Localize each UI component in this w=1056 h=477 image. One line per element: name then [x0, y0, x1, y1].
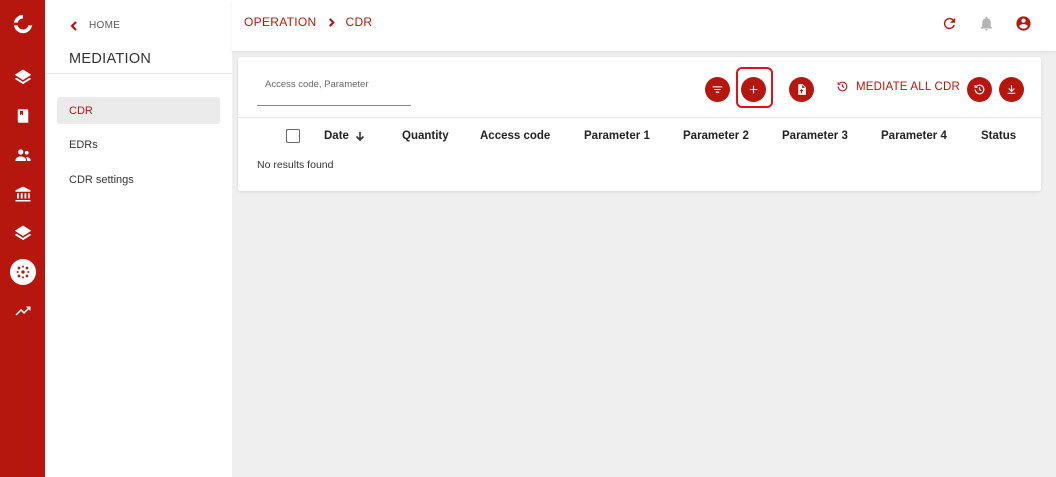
- chevron-left-icon: [70, 20, 77, 31]
- import-file-button[interactable]: [789, 77, 814, 102]
- breadcrumb: OPERATION CDR: [244, 15, 372, 29]
- divider: [45, 73, 232, 74]
- refresh-icon[interactable]: [939, 13, 959, 33]
- sidebar: HOME MEDIATION CDR EDRs CDR settings: [45, 0, 232, 477]
- column-parameter-3[interactable]: Parameter 3: [782, 130, 848, 142]
- mediate-all-cdr-label: MEDIATE ALL CDR: [856, 80, 960, 93]
- bell-icon[interactable]: [976, 13, 996, 33]
- home-link[interactable]: HOME: [69, 20, 120, 31]
- column-status[interactable]: Status: [981, 130, 1016, 142]
- breadcrumb-cdr: CDR: [345, 15, 373, 29]
- history-button[interactable]: [967, 77, 992, 102]
- column-parameter-4[interactable]: Parameter 4: [881, 130, 947, 142]
- logo-icon[interactable]: [0, 10, 45, 38]
- section-title: MEDIATION: [69, 51, 152, 67]
- download-button[interactable]: [999, 77, 1024, 102]
- column-date-label: Date: [324, 130, 349, 142]
- column-parameter-2[interactable]: Parameter 2: [683, 130, 749, 142]
- home-label: HOME: [89, 20, 121, 31]
- arrow-down-icon: [355, 132, 365, 141]
- empty-state-text: No results found: [257, 159, 334, 171]
- breadcrumb-operation[interactable]: OPERATION: [244, 15, 317, 29]
- chevron-right-icon: [328, 17, 335, 27]
- add-button[interactable]: [741, 77, 766, 102]
- account-icon[interactable]: [1013, 13, 1033, 33]
- column-quantity[interactable]: Quantity: [402, 130, 449, 142]
- import-file-icon: [798, 84, 806, 95]
- sidebar-item-cdr[interactable]: CDR: [57, 97, 220, 124]
- table-header: Date Quantity Access code Parameter 1 Pa…: [238, 117, 1041, 155]
- column-parameter-1[interactable]: Parameter 1: [584, 130, 650, 142]
- people-icon[interactable]: [0, 141, 45, 169]
- history-icon: [974, 84, 985, 95]
- column-access-code[interactable]: Access code: [480, 130, 550, 142]
- select-all-checkbox[interactable]: [286, 129, 300, 143]
- mediate-all-cdr-button[interactable]: MEDIATE ALL CDR: [836, 80, 960, 93]
- history-icon: [837, 81, 848, 92]
- top-bar: OPERATION CDR: [232, 0, 1056, 51]
- add-icon: [749, 85, 758, 94]
- download-icon: [1007, 85, 1016, 94]
- cdr-card: MEDIATE ALL CDR Date Quantity Access cod…: [238, 57, 1041, 191]
- sidebar-item-cdr-settings[interactable]: CDR settings: [57, 166, 220, 193]
- layers-icon[interactable]: [0, 63, 45, 91]
- search-input[interactable]: [257, 74, 411, 106]
- bank-icon[interactable]: [0, 180, 45, 208]
- app-rail: [0, 0, 45, 477]
- column-date[interactable]: Date: [324, 130, 365, 142]
- filter-button[interactable]: [705, 77, 730, 102]
- layers-icon[interactable]: [0, 219, 45, 247]
- mediation-icon[interactable]: [0, 258, 45, 286]
- filter-icon: [712, 86, 723, 93]
- book-icon[interactable]: [0, 102, 45, 130]
- sidebar-item-edrs[interactable]: EDRs: [57, 131, 220, 158]
- trending-up-icon[interactable]: [0, 297, 45, 325]
